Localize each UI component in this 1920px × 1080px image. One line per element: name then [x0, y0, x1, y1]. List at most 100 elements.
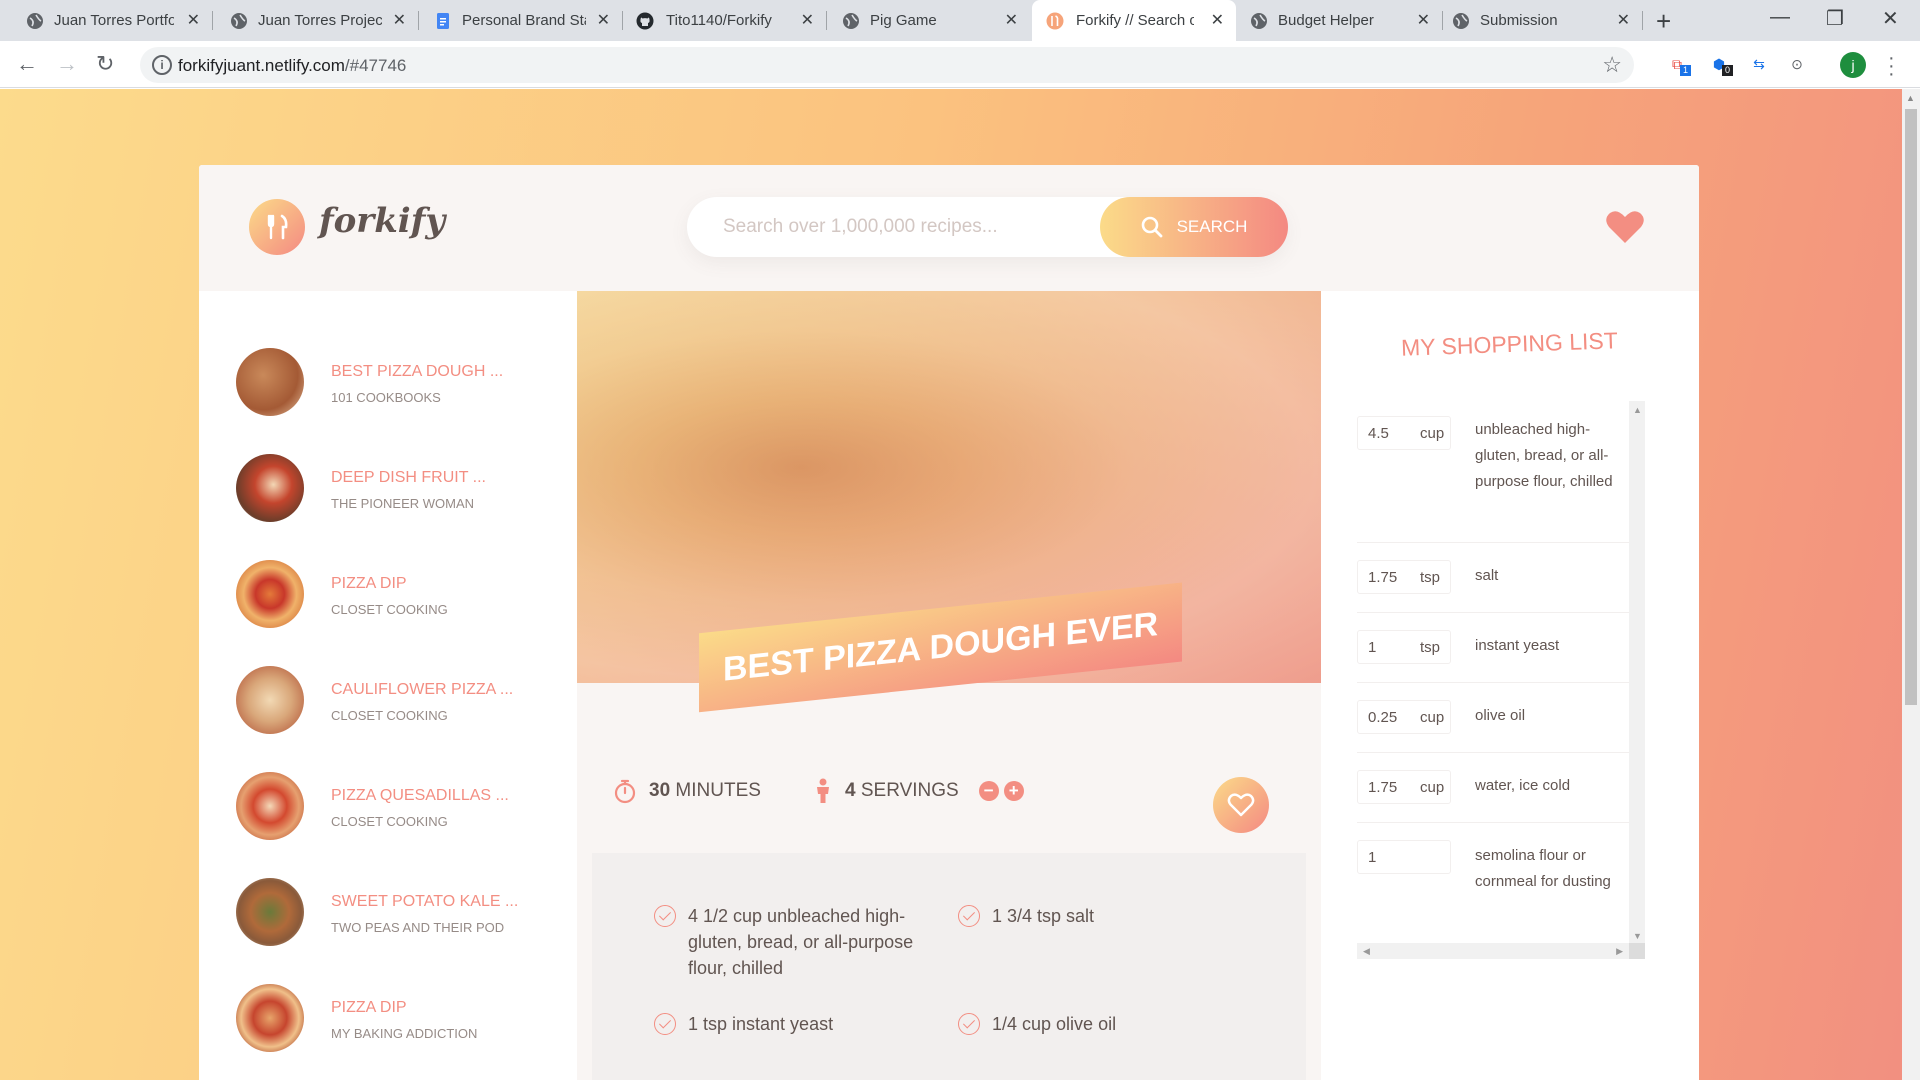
- heart-outline-icon: [1227, 793, 1255, 817]
- like-recipe-button[interactable]: [1213, 777, 1269, 833]
- shopping-description: salt: [1475, 567, 1499, 584]
- cutlery-icon: [267, 214, 288, 240]
- browser-tab[interactable]: Juan Torres Portfol ✕: [0, 0, 212, 41]
- close-window-icon[interactable]: ✕: [1882, 6, 1899, 31]
- ingredient-text: 1 3/4 tsp salt: [992, 906, 1095, 926]
- page-scrollbar[interactable]: ▲: [1902, 89, 1920, 1080]
- transfer-extension-icon[interactable]: ⇆: [1748, 53, 1770, 75]
- extension-badge: 1: [1680, 65, 1691, 76]
- browser-tab[interactable]: Personal Brand Sta ✕: [418, 0, 622, 41]
- check-icon: [654, 1013, 676, 1035]
- result-item[interactable]: Cauliflower Pizza ... Closet Cooking: [199, 647, 577, 753]
- result-item[interactable]: Best Pizza Dough ... 101 Cookbooks: [199, 329, 577, 435]
- back-icon[interactable]: ←: [16, 51, 38, 77]
- url-path: /#47746: [344, 56, 407, 75]
- extension-icon[interactable]: ⧉ 1: [1666, 53, 1691, 76]
- code-extension-icon[interactable]: ⊙: [1786, 53, 1808, 75]
- logo-text[interactable]: forkify: [319, 201, 445, 241]
- close-tab-icon[interactable]: ✕: [597, 10, 610, 30]
- scroll-up-icon[interactable]: ▲: [1906, 93, 1915, 103]
- shopping-list: 4.5 cup unbleached high-gluten, bread, or…: [1357, 401, 1629, 943]
- close-tab-icon[interactable]: ✕: [1617, 10, 1630, 30]
- menu-kebab-icon[interactable]: · · ·: [1888, 48, 1895, 84]
- stopwatch-icon: [614, 779, 636, 804]
- browser-tab[interactable]: Budget Helper ✕: [1238, 0, 1442, 41]
- search-button-label: Search: [1176, 217, 1248, 236]
- browser-tab[interactable]: Pig Game ✕: [826, 0, 1030, 41]
- search-results-list: Best Pizza Dough ... 101 Cookbooks Deep …: [199, 291, 577, 1080]
- recipe-ingredients: 4 1/2 cup unbleached high-gluten, bread,…: [592, 853, 1306, 1080]
- ingredient-text: 1/4 cup olive oil: [992, 1014, 1117, 1034]
- scrollbar-thumb[interactable]: [1905, 109, 1917, 705]
- shopping-list-scrollbar[interactable]: ▲ ▼: [1629, 401, 1645, 943]
- info-icon[interactable]: i: [152, 55, 172, 75]
- bookmark-star-icon[interactable]: ☆: [1602, 52, 1622, 78]
- result-item[interactable]: Pizza Dip My Baking Addiction: [199, 965, 577, 1071]
- shopping-count-input[interactable]: 1.75 tsp: [1357, 560, 1451, 594]
- scroll-up-icon[interactable]: ▲: [1633, 405, 1642, 415]
- close-tab-icon[interactable]: ✕: [1417, 10, 1430, 30]
- decrease-servings-button[interactable]: −: [978, 781, 999, 801]
- shopping-count: 0.25: [1368, 709, 1398, 726]
- recipe-thumbnail: [236, 984, 304, 1052]
- logo-badge[interactable]: [249, 199, 305, 255]
- browser-tab-label: Budget Helper: [1278, 12, 1374, 29]
- profile-avatar[interactable]: j: [1840, 52, 1866, 78]
- recipe-thumbnail: [236, 666, 304, 734]
- forward-icon[interactable]: →: [56, 51, 78, 77]
- browser-tab[interactable]: Juan Torres Project ✕: [212, 0, 418, 41]
- shopping-item: 4.5 cup unbleached high-gluten, bread, or…: [1357, 401, 1629, 543]
- scroll-left-icon[interactable]: ◀: [1363, 946, 1370, 957]
- person-icon: [817, 778, 829, 803]
- globe-icon: [1251, 13, 1267, 29]
- restore-icon[interactable]: ❐: [1826, 6, 1844, 31]
- search-input[interactable]: [723, 197, 1083, 257]
- recipe-minutes: 30: [649, 780, 671, 801]
- shopping-count-input[interactable]: 1 tsp: [1357, 630, 1451, 664]
- shopping-count-input[interactable]: 4.5 cup: [1357, 416, 1451, 450]
- close-tab-icon[interactable]: ✕: [801, 10, 814, 30]
- result-item[interactable]: Pizza Quesadillas ... Closet Cooking: [199, 753, 577, 859]
- result-item[interactable]: Pizza Dip Closet Cooking: [199, 541, 577, 647]
- close-tab-icon[interactable]: ✕: [393, 10, 406, 30]
- result-item[interactable]: Deep Dish Fruit ... The Pioneer Woman: [199, 435, 577, 541]
- browser-tab-active[interactable]: Forkify // Search o ✕: [1032, 0, 1236, 41]
- scroll-right-icon[interactable]: ▶: [1616, 946, 1623, 957]
- likes-heart-icon[interactable]: [1605, 209, 1645, 245]
- search-button[interactable]: Search: [1100, 197, 1288, 257]
- shopping-list-hscrollbar[interactable]: ◀ ▶: [1357, 943, 1629, 959]
- result-publisher: My Baking Addiction: [331, 1026, 478, 1041]
- close-tab-icon[interactable]: ✕: [1005, 10, 1018, 30]
- close-tab-icon[interactable]: ✕: [187, 10, 200, 30]
- check-icon: [654, 905, 676, 927]
- scroll-down-icon[interactable]: ▼: [1633, 931, 1642, 941]
- browser-tab[interactable]: Submission ✕: [1442, 0, 1642, 41]
- shopping-count-input[interactable]: 1.75 cup: [1357, 770, 1451, 804]
- search-form: Search: [687, 197, 1288, 257]
- new-tab-icon[interactable]: +: [1656, 6, 1671, 37]
- shopping-count-input[interactable]: 0.25 cup: [1357, 700, 1451, 734]
- globe-icon: [1453, 13, 1469, 29]
- ingredient-item: 1 tsp instant yeast: [654, 1011, 916, 1037]
- recipe-servings-count: 4: [845, 780, 856, 801]
- shopping-count: 1.75: [1368, 779, 1398, 796]
- close-tab-icon[interactable]: ✕: [1211, 10, 1224, 30]
- result-item[interactable]: Sweet Potato Kale ... Two Peas and Their…: [199, 859, 577, 965]
- minimize-icon[interactable]: —: [1770, 6, 1790, 29]
- increase-servings-button[interactable]: +: [1003, 781, 1024, 801]
- result-publisher: Two Peas and Their Pod: [331, 920, 505, 935]
- shopping-item: 0.25 cup olive oil: [1357, 683, 1629, 753]
- result-title: Pizza Quesadillas ...: [331, 787, 509, 804]
- recipe-thumbnail: [236, 772, 304, 840]
- recipe-thumbnail: [236, 454, 304, 522]
- recipe-minutes-label: minutes: [675, 780, 761, 801]
- page-background: forkify Search Best Pizza Dough ... 101 …: [0, 89, 1902, 1080]
- shopping-count-input[interactable]: 1: [1357, 840, 1451, 874]
- address-bar[interactable]: i forkifyjuant.netlify.com/#47746 ☆: [140, 47, 1634, 83]
- check-icon: [958, 905, 980, 927]
- reload-icon[interactable]: ↻: [96, 51, 114, 77]
- browser-tab[interactable]: Tito1140/Forkify ✕: [622, 0, 826, 41]
- result-publisher: Closet Cooking: [331, 708, 448, 723]
- extension-icon[interactable]: ⬢ 0: [1708, 53, 1733, 76]
- browser-tab-label: Submission: [1480, 12, 1558, 29]
